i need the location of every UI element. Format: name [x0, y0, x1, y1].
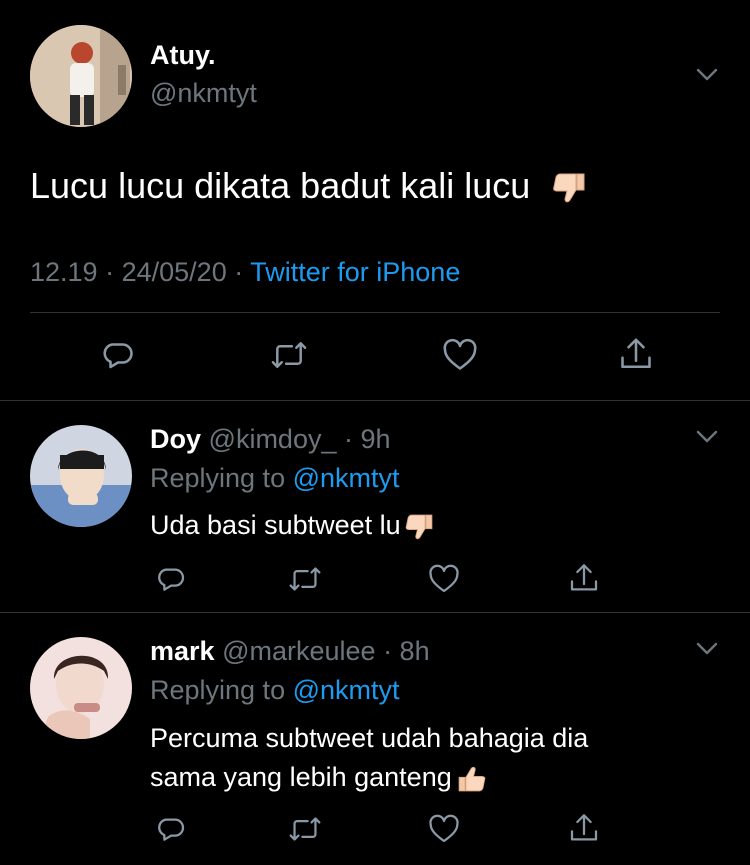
- like-icon[interactable]: [442, 338, 478, 372]
- replying-to-handle-link[interactable]: @nkmtyt: [293, 463, 400, 493]
- replying-to: Replying to @nkmtyt: [150, 463, 400, 494]
- main-tweet-avatar[interactable]: [30, 25, 132, 127]
- like-icon[interactable]: [428, 814, 460, 844]
- reply-caret-down-icon[interactable]: [696, 642, 718, 656]
- thumbs-down-emoji-icon: [550, 168, 590, 208]
- main-tweet-handle[interactable]: @nkmtyt: [150, 78, 257, 109]
- reply-icon[interactable]: [155, 563, 187, 595]
- main-tweet-text-content: Lucu lucu dikata badut kali lucu: [30, 165, 531, 206]
- reply-handle[interactable]: @markeulee: [222, 636, 375, 666]
- retweet-icon[interactable]: [288, 813, 322, 845]
- reply-header: mark @markeulee · 8h: [150, 636, 430, 667]
- main-tweet-meta: 12.19 · 24/05/20 · Twitter for iPhone: [30, 257, 460, 288]
- reply-text-line-1: Percuma subtweet udah bahagia dia: [150, 723, 589, 753]
- tweet-time: 12.19: [30, 257, 98, 287]
- replying-to-label: Replying to: [150, 463, 286, 493]
- reply-text-line-2: sama yang lebih ganteng: [150, 762, 488, 796]
- reply-display-name[interactable]: mark: [150, 636, 215, 666]
- meta-separator: ·: [234, 257, 244, 287]
- reply-display-name[interactable]: Doy: [150, 424, 201, 454]
- replying-to-handle-link[interactable]: @nkmtyt: [293, 675, 400, 705]
- main-tweet-display-name[interactable]: Atuy.: [150, 40, 216, 71]
- tweet-date: 24/05/20: [121, 257, 227, 287]
- reply-header: Doy @kimdoy_ · 9h: [150, 424, 391, 455]
- reply-text-content: Uda basi subtweet lu: [150, 510, 401, 541]
- thumbs-down-emoji-icon: [403, 510, 437, 544]
- share-icon[interactable]: [568, 561, 600, 595]
- reply-age: · 9h: [344, 424, 391, 454]
- reply-icon[interactable]: [100, 337, 136, 373]
- thumbs-up-emoji-icon: [454, 762, 488, 796]
- reply-avatar[interactable]: [30, 425, 132, 527]
- reply-caret-down-icon[interactable]: [696, 430, 718, 444]
- reply-text-content: sama yang lebih ganteng: [150, 762, 452, 793]
- share-icon[interactable]: [618, 335, 654, 373]
- like-icon[interactable]: [428, 564, 460, 594]
- section-divider: [0, 400, 750, 401]
- reply-age: · 8h: [383, 636, 430, 666]
- replying-to: Replying to @nkmtyt: [150, 675, 400, 706]
- reply-icon[interactable]: [155, 813, 187, 845]
- section-divider: [0, 612, 750, 613]
- meta-separator: ·: [105, 257, 115, 287]
- retweet-icon[interactable]: [288, 563, 322, 595]
- reply-text: Uda basi subtweet lu: [150, 510, 437, 544]
- retweet-icon[interactable]: [270, 337, 308, 373]
- reply-avatar[interactable]: [30, 637, 132, 739]
- replying-to-label: Replying to: [150, 675, 286, 705]
- reply-handle[interactable]: @kimdoy_: [209, 424, 337, 454]
- main-tweet-caret-down-icon[interactable]: [696, 68, 718, 82]
- share-icon[interactable]: [568, 811, 600, 845]
- main-tweet-divider: [30, 312, 720, 313]
- tweet-source-link[interactable]: Twitter for iPhone: [250, 257, 460, 287]
- main-tweet-text: Lucu lucu dikata badut kali lucu: [30, 165, 590, 208]
